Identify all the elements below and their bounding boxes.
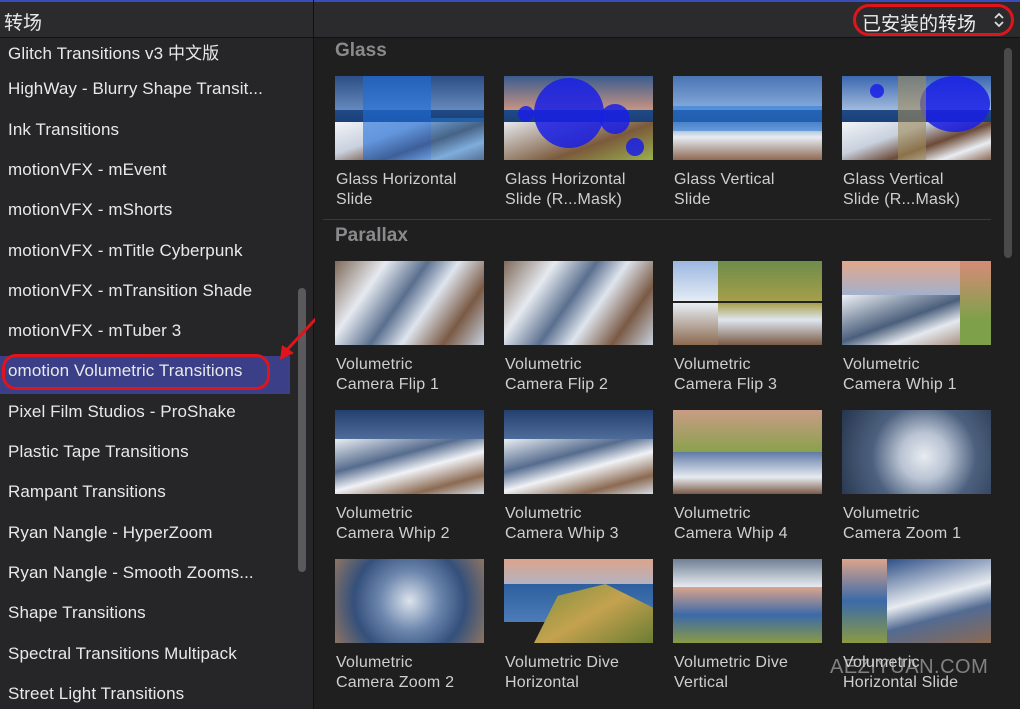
transition-thumbnail — [842, 76, 991, 160]
sidebar-item-label: motionVFX - mTuber 3 — [8, 321, 182, 341]
sidebar-item-label: HighWay - Blurry Shape Transit... — [8, 79, 263, 99]
sidebar-item-label: motionVFX - mEvent — [8, 159, 167, 179]
transition-thumbnail — [673, 559, 822, 643]
transition-name: Glass Horizontal Slide — [336, 171, 457, 208]
transition-name: Volumetric Camera Flip 2 — [505, 356, 609, 393]
transition-thumbnail — [673, 76, 822, 160]
sidebar-item[interactable]: Pixel Film Studios - ProShake — [0, 397, 290, 435]
sidebar-item[interactable]: motionVFX - mEvent — [0, 155, 290, 193]
sidebar-item-label: Ryan Nangle - HyperZoom — [8, 522, 213, 542]
annotation-highlight-ring — [2, 354, 270, 390]
transition-tile[interactable]: Volumetric Camera Flip 1 — [335, 261, 485, 411]
sidebar-item[interactable]: Rampant Transitions — [0, 477, 290, 515]
transition-name: Volumetric Dive Vertical — [674, 654, 789, 691]
sidebar-item-label: Street Light Transitions — [8, 683, 185, 703]
transition-tile[interactable]: Glass Horizontal Slide — [335, 76, 485, 226]
transition-tile[interactable]: Volumetric Horizontal Slide — [842, 559, 992, 709]
transition-thumbnail — [842, 559, 991, 643]
transition-thumbnail — [335, 559, 484, 643]
sidebar-item[interactable]: HighWay - Blurry Shape Transit... — [0, 74, 290, 112]
browser-header: 转场 已安装的转场 — [0, 0, 1020, 38]
transition-thumbnail — [504, 261, 653, 345]
transition-tile[interactable]: Volumetric Camera Whip 1 — [842, 261, 992, 411]
sidebar-item[interactable]: Shape Transitions — [0, 598, 290, 636]
transition-tile[interactable]: Volumetric Camera Flip 3 — [673, 261, 823, 411]
sidebar-item[interactable]: motionVFX - mTitle Cyberpunk — [0, 236, 290, 274]
transition-tile[interactable]: Glass Vertical Slide (R...Mask) — [842, 76, 992, 226]
section-divider — [323, 219, 991, 220]
transition-tile[interactable]: Glass Horizontal Slide (R...Mask) — [504, 76, 654, 226]
panel-title: 转场 — [4, 12, 43, 34]
sidebar-item[interactable]: Ink Transitions — [0, 115, 290, 153]
sidebar-item-label: motionVFX - mShorts — [8, 200, 173, 220]
sidebar-item-label: Ryan Nangle - Smooth Zooms... — [8, 562, 254, 582]
dropdown-label: 已安装的转场 — [862, 13, 977, 35]
transition-thumbnail — [504, 559, 653, 643]
transition-thumbnail — [842, 410, 991, 494]
up-down-chevron-icon — [994, 12, 1004, 28]
sidebar-item-label: Shape Transitions — [8, 603, 146, 623]
transition-thumbnail — [842, 261, 991, 345]
transition-name: Volumetric Camera Whip 1 — [843, 356, 957, 393]
transition-name: Volumetric Dive Horizontal — [505, 654, 620, 691]
transition-tile[interactable]: Volumetric Dive Horizontal — [504, 559, 654, 709]
sidebar-item[interactable]: motionVFX - mShorts — [0, 195, 290, 233]
transition-tile[interactable]: Glass Vertical Slide — [673, 76, 823, 226]
sidebar-item-label: motionVFX - mTitle Cyberpunk — [8, 240, 243, 260]
sidebar-item-label: motionVFX - mTransition Shade — [8, 280, 253, 300]
sidebar-item[interactable]: Street Light Transitions — [0, 679, 290, 709]
sidebar-item-label: Plastic Tape Transitions — [8, 442, 189, 461]
transition-name: Volumetric Camera Zoom 2 — [336, 654, 455, 691]
sidebar-item-label: Rampant Transitions — [8, 482, 166, 502]
transition-tile[interactable]: Volumetric Camera Zoom 1 — [842, 410, 992, 560]
sidebar-item[interactable]: Ryan Nangle - Smooth Zooms... — [0, 558, 290, 596]
sidebar-item[interactable]: Glitch Transitions v3 中文版 — [0, 38, 290, 72]
sidebar-item-label: Glitch Transitions v3 中文版 — [8, 44, 220, 63]
transition-thumbnail — [673, 261, 822, 345]
transition-thumbnail — [504, 410, 653, 494]
transition-name: Volumetric Camera Flip 1 — [336, 356, 440, 393]
sidebar-item[interactable]: motionVFX - mTuber 3 — [0, 316, 290, 354]
transition-name: Glass Vertical Slide — [674, 171, 775, 208]
watermark: AEZIYUAN.COM — [830, 656, 989, 678]
transition-thumbnail — [335, 261, 484, 345]
transition-tile[interactable]: Volumetric Camera Flip 2 — [504, 261, 654, 411]
transition-name: Volumetric Camera Whip 4 — [674, 505, 788, 542]
transition-tile[interactable]: Volumetric Camera Whip 3 — [504, 410, 654, 560]
transition-name: Volumetric Camera Flip 3 — [674, 356, 778, 393]
sidebar-item-label: Spectral Transitions Multipack — [8, 643, 237, 663]
transition-thumbnail — [335, 76, 484, 160]
installed-transitions-dropdown[interactable]: 已安装的转场 — [853, 4, 1014, 36]
transition-thumbnail — [504, 76, 653, 160]
section-title: Glass — [335, 40, 387, 61]
transition-tile[interactable]: Volumetric Camera Zoom 2 — [335, 559, 485, 709]
transition-name: Volumetric Camera Whip 2 — [336, 505, 450, 542]
sidebar-item-label: Pixel Film Studios - ProShake — [8, 401, 236, 421]
transition-name: Glass Horizontal Slide (R...Mask) — [505, 171, 626, 208]
header-sidebar-section: 转场 — [0, 0, 314, 38]
transition-tile[interactable]: Volumetric Dive Vertical — [673, 559, 823, 709]
section-title: Parallax — [335, 225, 408, 246]
transition-name: Glass Vertical Slide (R...Mask) — [843, 171, 960, 208]
sidebar-item[interactable]: Ryan Nangle - HyperZoom — [0, 518, 290, 556]
sidebar-item[interactable]: Plastic Tape Transitions — [0, 437, 290, 475]
transitions-browser: Glass Glass Horizontal Slide Glass Horiz… — [315, 38, 1020, 709]
transition-tile[interactable]: Volumetric Camera Whip 2 — [335, 410, 485, 560]
transition-tile[interactable]: Volumetric Camera Whip 4 — [673, 410, 823, 560]
sidebar-item-label: Ink Transitions — [8, 119, 120, 139]
browser-scrollbar[interactable] — [1004, 48, 1012, 258]
transition-thumbnail — [335, 410, 484, 494]
transition-thumbnail — [673, 410, 822, 494]
sidebar-item[interactable]: Spectral Transitions Multipack — [0, 639, 290, 677]
sidebar-item[interactable]: motionVFX - mTransition Shade — [0, 276, 290, 314]
category-sidebar[interactable]: Glitch Transitions v3 中文版 HighWay - Blurr… — [0, 38, 314, 709]
transition-name: Volumetric Camera Whip 3 — [505, 505, 619, 542]
transition-name: Volumetric Camera Zoom 1 — [843, 505, 962, 542]
